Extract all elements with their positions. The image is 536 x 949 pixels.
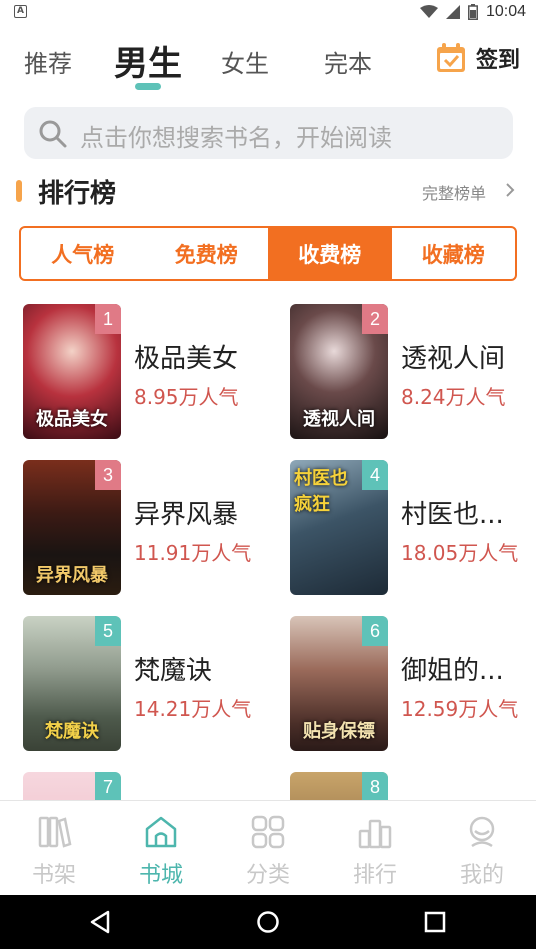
segment-free[interactable]: 免费榜 — [145, 228, 269, 279]
wifi-icon — [419, 5, 438, 18]
home-icon[interactable] — [256, 910, 280, 934]
book-item[interactable]: 4 村医也疯狂 村医也... 18.05万人气 — [290, 460, 530, 595]
segment-paid[interactable]: 收费榜 — [268, 228, 392, 279]
book-cover[interactable]: 3 异界风暴 — [23, 460, 121, 595]
cover-title: 村医也疯狂 — [294, 468, 348, 515]
book-popularity: 18.05万人气 — [401, 541, 519, 565]
top-tabs: 推荐 男生 女生 完本 签到 — [0, 30, 536, 92]
rank-badge: 4 — [362, 460, 388, 490]
segment-collected[interactable]: 收藏榜 — [392, 228, 516, 279]
book-popularity: 14.21万人气 — [134, 697, 252, 721]
cover-title: 梵魔诀 — [45, 721, 99, 742]
section-accent-bar — [16, 180, 22, 202]
nav-bookshelf[interactable]: 书架 — [14, 815, 94, 889]
bookshelf-icon — [38, 816, 72, 848]
cover-title: 极品美女 — [36, 409, 108, 430]
checkin-label: 签到 — [476, 48, 521, 73]
profile-icon — [469, 816, 495, 848]
bookstore-icon — [145, 816, 177, 848]
rank-badge: 6 — [362, 616, 388, 646]
book-popularity: 12.59万人气 — [401, 697, 519, 721]
nav-label: 排行 — [352, 863, 397, 888]
calendar-check-icon — [437, 43, 465, 72]
status-time: 10:04 — [485, 3, 526, 20]
cover-title: 透视人间 — [303, 409, 375, 430]
book-cover[interactable]: 2 透视人间 — [290, 304, 388, 439]
nav-category[interactable]: 分类 — [228, 815, 308, 889]
nav-ranking[interactable]: 排行 — [335, 815, 415, 889]
active-tab-indicator — [135, 83, 161, 90]
system-nav-bar — [0, 895, 536, 949]
book-item[interactable]: 1 极品美女 极品美女 8.95万人气 — [23, 304, 263, 439]
recents-icon[interactable] — [424, 911, 446, 933]
ranking-header: 排行榜 完整榜单 — [0, 170, 536, 214]
rank-badge: 7 — [95, 772, 121, 802]
tab-finished[interactable]: 完本 — [324, 44, 372, 79]
rank-badge: 8 — [362, 772, 388, 802]
book-title[interactable]: 透视人间 — [401, 338, 505, 375]
book-item[interactable]: 6 贴身保镖 御姐的... 12.59万人气 — [290, 616, 530, 751]
rank-badge: 2 — [362, 304, 388, 334]
book-title[interactable]: 御姐的... — [401, 650, 504, 687]
bottom-nav: 书架 书城 分类 排行 我的 — [0, 800, 536, 895]
chevron-right-icon[interactable] — [505, 182, 515, 198]
book-item[interactable]: 2 透视人间 透视人间 8.24万人气 — [290, 304, 530, 439]
book-cover[interactable]: 1 极品美女 — [23, 304, 121, 439]
tab-recommend[interactable]: 推荐 — [24, 44, 72, 79]
segment-popular[interactable]: 人气榜 — [21, 228, 145, 279]
cover-title: 贴身保镖 — [303, 721, 375, 742]
book-item[interactable]: 3 异界风暴 异界风暴 11.91万人气 — [23, 460, 263, 595]
nav-profile[interactable]: 我的 — [442, 815, 522, 889]
book-popularity: 8.95万人气 — [134, 385, 239, 409]
tab-female[interactable]: 女生 — [221, 44, 269, 79]
ranking-title: 排行榜 — [38, 179, 117, 209]
nav-label: 书架 — [31, 863, 76, 888]
battery-icon — [467, 4, 478, 20]
back-icon[interactable] — [88, 910, 112, 934]
cover-title: 异界风暴 — [36, 565, 108, 586]
checkin-button[interactable]: 签到 — [436, 42, 520, 74]
full-ranking-link[interactable]: 完整榜单 — [422, 180, 486, 204]
book-cover[interactable]: 5 梵魔诀 — [23, 616, 121, 751]
book-title[interactable]: 梵魔诀 — [134, 650, 212, 687]
rank-badge: 5 — [95, 616, 121, 646]
rank-badge: 1 — [95, 304, 121, 334]
book-title[interactable]: 极品美女 — [134, 338, 238, 375]
search-icon — [39, 120, 67, 148]
nav-label: 分类 — [245, 863, 290, 888]
status-bar: A 10:04 — [0, 0, 536, 24]
tab-male[interactable]: 男生 — [114, 36, 182, 85]
app-notification-icon: A — [14, 5, 27, 18]
category-icon — [251, 815, 285, 849]
book-title[interactable]: 村医也... — [401, 494, 504, 531]
nav-label: 我的 — [459, 863, 504, 888]
book-cover[interactable]: 6 贴身保镖 — [290, 616, 388, 751]
nav-bookstore[interactable]: 书城 — [121, 815, 201, 889]
book-item[interactable]: 5 梵魔诀 梵魔诀 14.21万人气 — [23, 616, 263, 751]
cell-signal-icon — [445, 5, 460, 19]
search-placeholder: 点击你想搜索书名，开始阅读 — [80, 124, 392, 152]
book-popularity: 11.91万人气 — [134, 541, 252, 565]
book-popularity: 8.24万人气 — [401, 385, 506, 409]
ranking-segmented-control: 人气榜 免费榜 收费榜 收藏榜 — [19, 226, 517, 281]
book-title[interactable]: 异界风暴 — [134, 494, 238, 531]
search-bar[interactable]: 点击你想搜索书名，开始阅读 — [24, 107, 513, 159]
book-cover[interactable]: 4 村医也疯狂 — [290, 460, 388, 595]
rank-badge: 3 — [95, 460, 121, 490]
ranking-icon — [358, 819, 392, 849]
nav-label: 书城 — [138, 863, 183, 888]
